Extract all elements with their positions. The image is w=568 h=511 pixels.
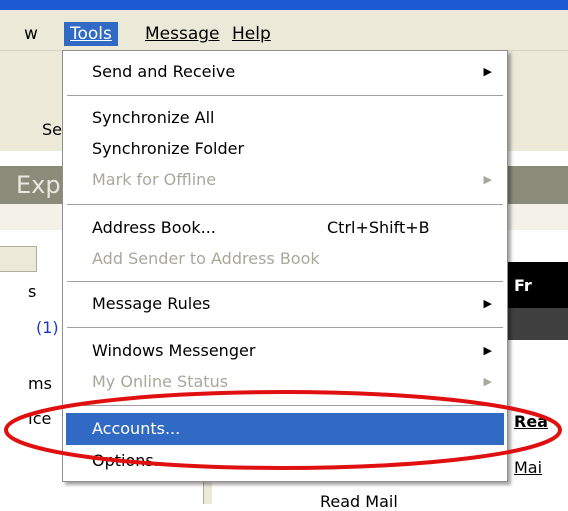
folder-item-label[interactable]: s	[28, 282, 36, 301]
submenu-arrow-icon: ▶	[483, 297, 492, 310]
menu-item-message-rules[interactable]: Message Rules ▶	[66, 288, 504, 320]
menu-item-send-and-receive[interactable]: Send and Receive ▶	[66, 56, 504, 88]
menu-help-label: Help	[232, 24, 271, 44]
menu-help[interactable]: Help	[226, 22, 277, 46]
menu-item-add-sender-to-address-book: Add Sender to Address Book	[66, 243, 504, 275]
preview-link[interactable]: Mai	[514, 458, 542, 477]
preview-header-text: Fr	[514, 276, 532, 295]
menu-item-address-book[interactable]: Address Book... Ctrl+Shift+B	[66, 212, 504, 244]
unread-count: (1)	[36, 318, 59, 337]
preview-link[interactable]: Rea	[514, 412, 548, 431]
menu-separator	[67, 405, 503, 406]
app-banner-text: Exp	[16, 171, 61, 199]
read-mail-label[interactable]: Read Mail	[320, 492, 398, 511]
title-bar-strip	[0, 0, 568, 10]
menu-item-label: Message Rules	[92, 294, 211, 313]
menu-item-synchronize-folder[interactable]: Synchronize Folder	[66, 133, 504, 165]
menu-item-label: Add Sender to Address Book	[92, 249, 320, 268]
menu-bar: w Tools Message Help	[0, 10, 568, 51]
tools-dropdown-menu: Send and Receive ▶ Synchronize All Synch…	[62, 50, 508, 482]
menu-separator	[67, 327, 503, 328]
folder-item-label[interactable]: Ice	[28, 409, 51, 428]
menu-item-accounts[interactable]: Accounts...	[66, 413, 504, 445]
menu-item-label: Send and Receive	[92, 62, 236, 81]
menu-view[interactable]: w	[18, 22, 44, 46]
folder-pane-tab[interactable]	[0, 246, 37, 272]
menu-item-options[interactable]: Options...	[66, 445, 504, 477]
folder-item-label[interactable]: ms	[28, 374, 52, 393]
menu-tools-label: Tools	[70, 24, 112, 44]
toolbar-button-label[interactable]: Se	[42, 120, 62, 139]
menu-item-label: Synchronize All	[92, 108, 215, 127]
menu-item-label: Windows Messenger	[92, 341, 256, 360]
menu-item-label: Mark for Offline	[92, 170, 217, 189]
menu-separator	[67, 204, 503, 205]
preview-subheader	[505, 308, 568, 340]
menu-item-label: Synchronize Folder	[92, 139, 245, 158]
submenu-arrow-icon: ▶	[483, 173, 492, 186]
menu-item-synchronize-all[interactable]: Synchronize All	[66, 102, 504, 134]
menu-item-windows-messenger[interactable]: Windows Messenger ▶	[66, 335, 504, 367]
menu-item-shortcut: Ctrl+Shift+B	[327, 218, 430, 237]
menu-tools[interactable]: Tools	[64, 22, 118, 46]
menu-item-mark-for-offline: Mark for Offline ▶	[66, 164, 504, 196]
menu-message-label: Message	[145, 24, 220, 44]
submenu-arrow-icon: ▶	[483, 65, 492, 78]
submenu-arrow-icon: ▶	[483, 344, 492, 357]
menu-item-label: My Online Status	[92, 372, 229, 391]
menu-item-label: Accounts...	[92, 419, 181, 438]
menu-item-label: Options...	[92, 451, 169, 470]
menu-separator	[67, 281, 503, 282]
menu-item-my-online-status: My Online Status ▶	[66, 366, 504, 398]
menu-item-label: Address Book...	[92, 218, 216, 237]
submenu-arrow-icon: ▶	[483, 375, 492, 388]
menu-message[interactable]: Message	[139, 22, 226, 46]
menu-separator	[67, 95, 503, 96]
